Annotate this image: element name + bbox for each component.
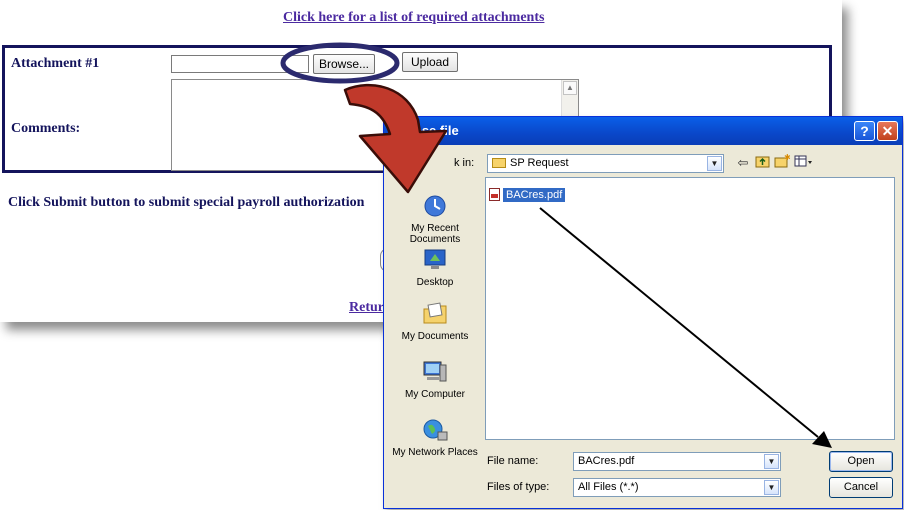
place-recent-documents[interactable]: My Recent Documents xyxy=(389,193,481,245)
pdf-file-icon xyxy=(489,188,500,201)
file-name-label: File name: xyxy=(487,455,539,467)
place-label-my-documents: My Documents xyxy=(401,331,469,342)
place-label-network: My Network Places xyxy=(392,447,478,458)
file-name[interactable]: BACres.pdf xyxy=(503,187,566,202)
place-network-places[interactable]: My Network Places xyxy=(389,417,481,458)
list-item[interactable]: BACres.pdf xyxy=(489,187,566,202)
chevron-down-icon[interactable]: ▼ xyxy=(707,156,722,171)
look-in-dropdown[interactable]: SP Request ▼ xyxy=(487,154,724,173)
place-my-computer[interactable]: My Computer xyxy=(389,359,481,400)
desktop-icon xyxy=(420,247,450,275)
browse-button[interactable]: Browse... xyxy=(313,54,375,74)
network-places-icon xyxy=(420,417,450,445)
file-list[interactable]: BACres.pdf xyxy=(485,177,895,440)
attachment-label: Attachment #1 xyxy=(11,56,100,71)
help-icon[interactable]: ? xyxy=(854,121,875,141)
file-name-input[interactable]: BACres.pdf ▼ xyxy=(573,452,781,471)
comments-label: Comments: xyxy=(11,121,81,136)
my-computer-icon xyxy=(420,359,450,387)
cancel-button[interactable]: Cancel xyxy=(829,477,893,498)
up-folder-icon[interactable] xyxy=(754,154,770,172)
file-name-value: BACres.pdf xyxy=(578,455,635,467)
place-label-desktop: Desktop xyxy=(416,277,454,288)
required-attachments-link[interactable]: Click here for a list of required attach… xyxy=(283,10,544,26)
views-menu-icon[interactable] xyxy=(794,154,814,172)
submit-instructions: Click Submit button to submit special pa… xyxy=(8,195,365,210)
file-type-value: All Files (*.*) xyxy=(578,481,639,493)
look-in-label: k in: xyxy=(454,157,475,169)
svg-text:✱: ✱ xyxy=(784,154,790,162)
choose-file-dialog: hoose file ? ✕ k in: SP Request ▼ ⇦ ✱ My… xyxy=(383,116,903,509)
close-icon[interactable]: ✕ xyxy=(877,121,898,141)
file-type-label: Files of type: xyxy=(487,481,550,493)
attachment-file-input[interactable] xyxy=(171,55,309,73)
upload-button[interactable]: Upload xyxy=(402,52,458,72)
scroll-up-arrow-icon[interactable]: ▲ xyxy=(563,81,577,95)
place-desktop[interactable]: Desktop xyxy=(389,247,481,288)
place-label-my-computer: My Computer xyxy=(404,389,465,400)
folder-icon xyxy=(492,158,506,168)
my-documents-icon xyxy=(420,301,450,329)
place-label-recent: My Recent Documents xyxy=(409,223,461,245)
place-my-documents[interactable]: My Documents xyxy=(389,301,481,342)
chevron-down-icon[interactable]: ▼ xyxy=(764,480,779,495)
return-link[interactable]: Retur xyxy=(349,300,384,316)
places-bar: My Recent Documents Desktop My Documents… xyxy=(389,175,481,493)
chevron-down-icon[interactable]: ▼ xyxy=(764,454,779,469)
file-type-dropdown[interactable]: All Files (*.*) ▼ xyxy=(573,478,781,497)
dialog-title-bar[interactable]: hoose file ? ✕ xyxy=(384,117,902,145)
dialog-title: hoose file xyxy=(398,123,459,138)
back-icon[interactable]: ⇦ xyxy=(736,154,750,172)
recent-documents-icon xyxy=(420,193,450,221)
look-in-value: SP Request xyxy=(510,157,569,169)
open-button[interactable]: Open xyxy=(829,451,893,472)
new-folder-icon[interactable]: ✱ xyxy=(774,153,791,172)
